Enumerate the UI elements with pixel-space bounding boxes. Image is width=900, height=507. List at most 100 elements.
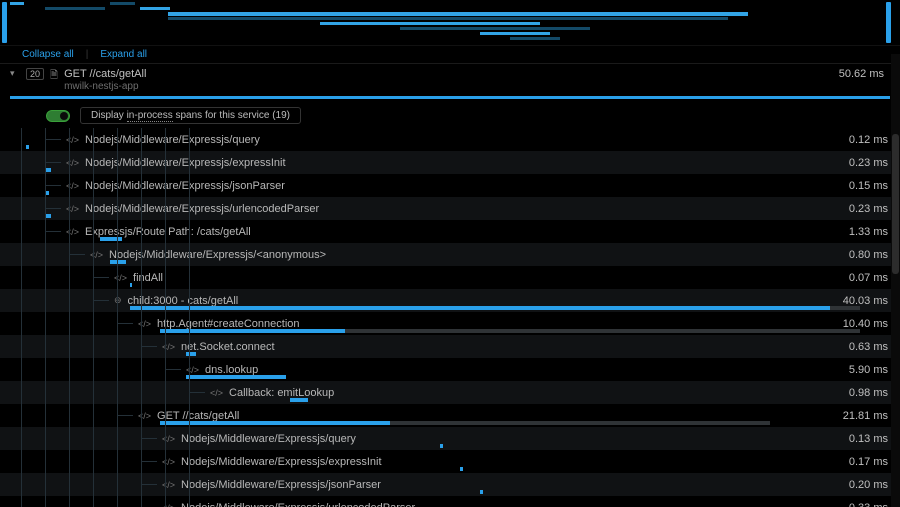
separator: | bbox=[86, 49, 89, 60]
display-in-process-row: Display in-process spans for this servic… bbox=[46, 107, 900, 124]
code-icon: </> bbox=[138, 411, 151, 421]
minimap-bar bbox=[320, 22, 540, 25]
span-self-bar bbox=[460, 467, 463, 471]
span-row[interactable]: </>dns.lookup 5.90 ms bbox=[0, 358, 900, 381]
minimap-left-handle[interactable] bbox=[2, 2, 7, 43]
span-row[interactable]: </>Nodejs/Middleware/Expressjs/query0.13… bbox=[0, 427, 900, 450]
span-duration: 21.81 ms bbox=[843, 410, 888, 422]
tree-connector bbox=[141, 461, 157, 462]
tree-vertical-line bbox=[69, 128, 70, 507]
span-duration: 5.90 ms bbox=[849, 364, 888, 376]
minimap-bar bbox=[400, 27, 590, 30]
tree-connector bbox=[45, 185, 61, 186]
span-self-bar bbox=[440, 444, 443, 448]
span-label: </>findAll bbox=[114, 272, 163, 284]
span-name: Nodejs/Middleware/Expressjs/expressInit bbox=[85, 157, 286, 169]
span-row[interactable]: </>Nodejs/Middleware/Expressjs/query0.12… bbox=[0, 128, 900, 151]
code-icon: </> bbox=[66, 227, 79, 237]
span-duration: 0.23 ms bbox=[849, 203, 888, 215]
span-label: </>http.Agent#createConnection bbox=[138, 318, 300, 330]
chevron-down-icon[interactable]: ▾ bbox=[10, 68, 20, 79]
tree-connector bbox=[141, 438, 157, 439]
span-row[interactable]: </>Nodejs/Middleware/Expressjs/jsonParse… bbox=[0, 174, 900, 197]
span-row[interactable]: </> Callback: emitLookup 0.98 ms bbox=[0, 381, 900, 404]
code-icon: </> bbox=[162, 434, 175, 444]
code-icon: </> bbox=[210, 388, 223, 398]
minimap-bar bbox=[10, 2, 24, 5]
tree-connector bbox=[141, 346, 157, 347]
display-prefix: Display bbox=[91, 110, 124, 121]
span-row[interactable]: </>Nodejs/Middleware/Expressjs/urlencode… bbox=[0, 496, 900, 507]
tree-vertical-line bbox=[93, 128, 94, 507]
minimap-right-handle[interactable] bbox=[886, 2, 891, 43]
scrollbar-thumb[interactable] bbox=[892, 134, 899, 274]
span-duration: 10.40 ms bbox=[843, 318, 888, 330]
expand-all-link[interactable]: Expand all bbox=[100, 49, 147, 60]
tree-connector bbox=[117, 323, 133, 324]
span-label: </> Nodejs/Middleware/Expressjs/jsonParse… bbox=[162, 479, 381, 491]
span-duration: 0.15 ms bbox=[849, 180, 888, 192]
span-duration: 0.98 ms bbox=[849, 387, 888, 399]
span-label: </>Nodejs/Middleware/Expressjs/urlencode… bbox=[162, 502, 415, 507]
span-self-bar bbox=[186, 375, 286, 379]
span-row[interactable]: </>findAll0.07 ms bbox=[0, 266, 900, 289]
tree-vertical-line bbox=[21, 128, 22, 507]
span-label: </>Nodejs/Middleware/Expressjs/jsonParse… bbox=[66, 180, 285, 192]
tree-vertical-line bbox=[117, 128, 118, 507]
code-icon: </> bbox=[162, 480, 175, 490]
span-label: </>net.Socket.connect bbox=[162, 341, 275, 353]
code-icon: </> bbox=[66, 181, 79, 191]
span-row[interactable]: </>Nodejs/Middleware/Expressjs/urlencode… bbox=[0, 197, 900, 220]
tree-connector bbox=[189, 392, 205, 393]
span-label: </>dns.lookup bbox=[186, 364, 258, 376]
root-span-subtitle: mwilk-nestjs-app bbox=[64, 81, 839, 92]
code-icon: </> bbox=[162, 503, 175, 507]
span-label: </>Nodejs/Middleware/Expressjs/expressIn… bbox=[162, 456, 382, 468]
code-icon: </> bbox=[138, 319, 151, 329]
span-row[interactable]: </>net.Socket.connect 0.63 ms bbox=[0, 335, 900, 358]
span-name: Callback: emitLookup bbox=[229, 387, 334, 399]
display-suffix: spans for this service (19) bbox=[176, 110, 291, 121]
minimap-bar bbox=[480, 32, 550, 35]
tree-connector bbox=[69, 254, 85, 255]
span-duration: 0.17 ms bbox=[849, 456, 888, 468]
collapse-all-link[interactable]: Collapse all bbox=[22, 49, 74, 60]
minimap-bar bbox=[510, 37, 560, 40]
display-in-process-pill[interactable]: Display in-process spans for this servic… bbox=[80, 107, 301, 124]
span-name: net.Socket.connect bbox=[181, 341, 275, 353]
root-span-title: GET //cats/getAll bbox=[64, 68, 839, 80]
span-self-bar bbox=[46, 191, 49, 195]
span-self-bar bbox=[290, 398, 308, 402]
span-duration: 0.20 ms bbox=[849, 479, 888, 491]
scrollbar-track[interactable] bbox=[891, 54, 900, 507]
span-name: Expressjs/Route Path: /cats/getAll bbox=[85, 226, 251, 238]
span-count-chip: 20 bbox=[26, 68, 44, 80]
span-row[interactable]: </>Nodejs/Middleware/Expressjs/expressIn… bbox=[0, 450, 900, 473]
trace-minimap[interactable] bbox=[0, 0, 900, 46]
span-duration: 0.63 ms bbox=[849, 341, 888, 353]
trace-root-row[interactable]: ▾ 20 🗎 GET //cats/getAll mwilk-nestjs-ap… bbox=[0, 63, 900, 94]
span-row[interactable]: ⊕child:3000 - cats/getAll40.03 ms bbox=[0, 289, 900, 312]
span-row[interactable]: </> GET //cats/getAll 21.81 ms bbox=[0, 404, 900, 427]
span-self-bar bbox=[26, 145, 29, 149]
root-span-duration: 50.62 ms bbox=[839, 68, 890, 80]
tree-vertical-line bbox=[141, 128, 142, 507]
minimap-bar bbox=[140, 7, 170, 10]
file-icon: 🗎 bbox=[50, 68, 58, 85]
span-name: Nodejs/Middleware/Expressjs/jsonParser bbox=[181, 479, 381, 491]
minimap-bar bbox=[168, 12, 748, 16]
span-row[interactable]: </>http.Agent#createConnection 10.40 ms bbox=[0, 312, 900, 335]
span-row[interactable]: </>Expressjs/Route Path: /cats/getAll1.3… bbox=[0, 220, 900, 243]
span-name: GET //cats/getAll bbox=[157, 410, 239, 422]
tree-controls: Collapse all | Expand all bbox=[0, 46, 900, 63]
span-row[interactable]: </>Nodejs/Middleware/Expressjs/<anonymou… bbox=[0, 243, 900, 266]
tree-connector bbox=[93, 300, 109, 301]
in-process-toggle[interactable] bbox=[46, 110, 70, 122]
code-icon: </> bbox=[162, 457, 175, 467]
span-duration: 40.03 ms bbox=[843, 295, 888, 307]
span-row[interactable]: </>Nodejs/Middleware/Expressjs/expressIn… bbox=[0, 151, 900, 174]
tree-connector bbox=[117, 415, 133, 416]
span-label: </>Nodejs/Middleware/Expressjs/expressIn… bbox=[66, 157, 286, 169]
span-row[interactable]: </> Nodejs/Middleware/Expressjs/jsonParse… bbox=[0, 473, 900, 496]
span-name: child:3000 - cats/getAll bbox=[128, 295, 239, 307]
